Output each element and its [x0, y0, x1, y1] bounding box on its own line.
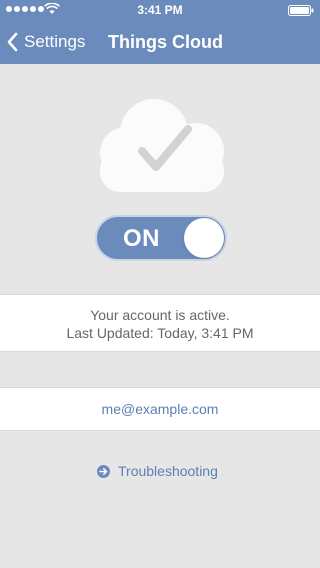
- account-email[interactable]: me@example.com: [102, 401, 219, 417]
- toggle-knob[interactable]: [184, 218, 224, 258]
- header: 3:41 PM Settings Things Cloud: [0, 0, 320, 64]
- status-bar: 3:41 PM: [0, 0, 320, 20]
- cloud-sync-toggle[interactable]: ON: [95, 215, 227, 261]
- back-button[interactable]: Settings: [6, 20, 85, 64]
- navigation-bar: Settings Things Cloud: [0, 20, 320, 64]
- troubleshooting-label[interactable]: Troubleshooting: [118, 463, 218, 479]
- account-email-row[interactable]: me@example.com: [0, 387, 320, 431]
- cloud-check-icon: [96, 95, 226, 195]
- arrow-right-circle-icon: [97, 464, 110, 478]
- account-status-text: Your account is active.: [90, 307, 230, 323]
- battery-icon: [288, 5, 314, 16]
- last-updated-text: Last Updated: Today, 3:41 PM: [66, 325, 254, 341]
- chevron-left-icon: [7, 32, 18, 52]
- toggle-state-label: ON: [123, 225, 160, 252]
- troubleshooting-link[interactable]: Troubleshooting: [97, 461, 218, 481]
- status-time: 3:41 PM: [137, 3, 183, 17]
- back-button-label: Settings: [24, 32, 86, 51]
- page-title: Things Cloud: [108, 32, 223, 52]
- account-status-card: Your account is active. Last Updated: To…: [0, 294, 320, 352]
